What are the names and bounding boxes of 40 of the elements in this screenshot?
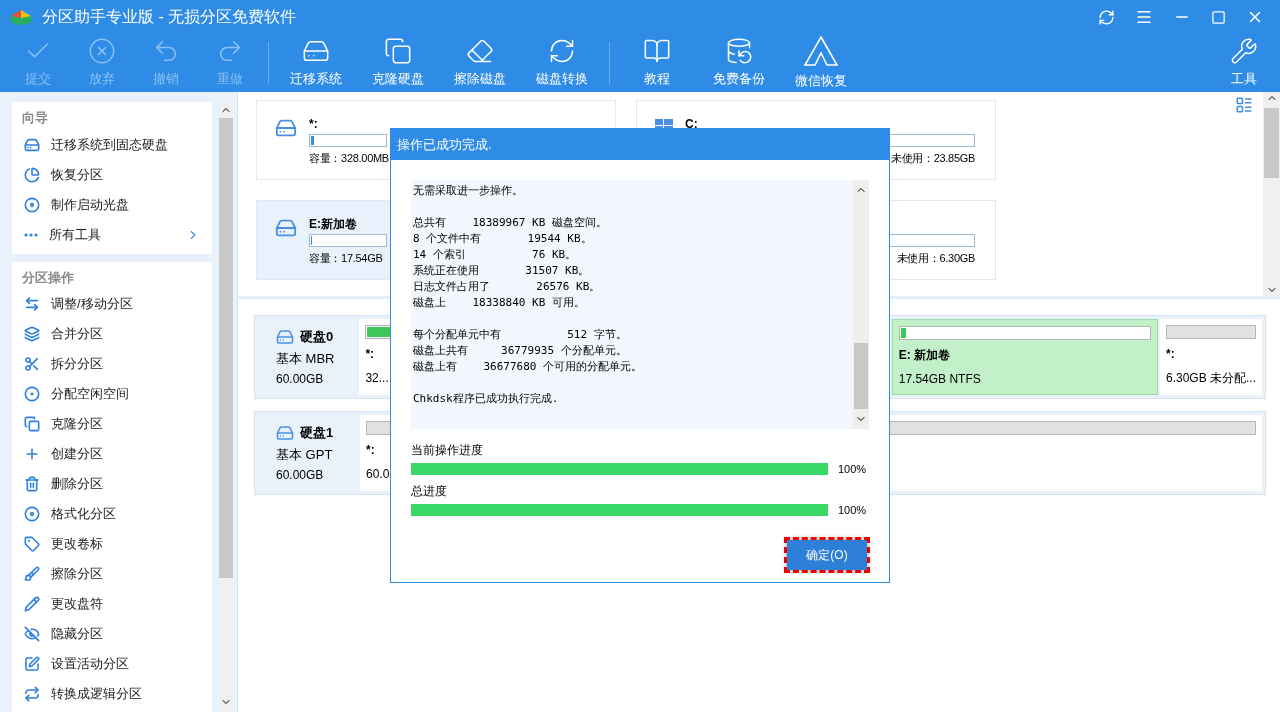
progress-reading: 100% bbox=[838, 462, 867, 477]
partition-info: 32... bbox=[365, 370, 389, 387]
log-line: 总共有 18389967 KB 磁盘空间。 bbox=[413, 215, 607, 231]
partition-name: *: bbox=[365, 346, 375, 363]
window-title: 分区助手专业版 - 无损分区免费软件 bbox=[42, 7, 297, 27]
partition-name: E:新加卷 bbox=[309, 216, 357, 231]
log-line: 无需采取进一步操作。 bbox=[413, 183, 523, 199]
log-line: 磁盘上有 36677680 个可用的分配单元。 bbox=[413, 359, 643, 375]
progress-label: 当前操作进度 bbox=[411, 442, 483, 459]
disk-type: 基本 MBR bbox=[276, 349, 336, 368]
disk-type: 基本 GPT bbox=[276, 445, 334, 464]
partition-info: 17.54GB NTFS bbox=[898, 371, 981, 388]
partition-name: *: bbox=[1165, 346, 1175, 363]
free-space-text: 未使用：6.30GB bbox=[896, 251, 975, 266]
dialog-title: 操作已成功完成. bbox=[397, 135, 492, 154]
partition-info: 6.30GB 未分配... bbox=[1165, 370, 1256, 387]
partition-name: C: bbox=[685, 116, 698, 131]
capacity-text: 容量：17.54GB bbox=[309, 251, 383, 266]
log-line: 14 个索引 76 KB。 bbox=[413, 247, 577, 263]
free-space-text: 未使用：23.85GB bbox=[890, 151, 975, 166]
log-line: 系统正在使用 31507 KB。 bbox=[413, 263, 590, 279]
section-title: 分区操作 bbox=[21, 268, 75, 287]
progress-label: 总进度 bbox=[411, 482, 447, 500]
capacity-text: 容量：328.00MB bbox=[309, 151, 389, 166]
disk-size: 60.00GB bbox=[276, 371, 325, 388]
partition-name: E: 新加卷 bbox=[898, 347, 951, 364]
log-line: 8 个文件中有 19544 KB。 bbox=[413, 231, 592, 247]
log-line: Chkdsk程序已成功执行完成. bbox=[413, 391, 559, 407]
partition-name: *: bbox=[366, 442, 375, 459]
section-title: 向导 bbox=[21, 109, 49, 127]
disk-name: 硬盘1 bbox=[300, 424, 334, 442]
disk-size: 60.00GB bbox=[276, 467, 325, 484]
log-line: 磁盘上共有 36779935 个分配单元。 bbox=[413, 343, 627, 359]
partition-info: 60.0 bbox=[366, 466, 390, 483]
log-line: 每个分配单元中有 512 字节。 bbox=[413, 327, 627, 343]
log-line: 磁盘上 18338840 KB 可用。 bbox=[413, 295, 585, 311]
progress-reading: 100% bbox=[838, 502, 867, 518]
log-line: 日志文件占用了 26576 KB。 bbox=[413, 279, 601, 295]
partition-name: *: bbox=[309, 116, 318, 131]
disk-name: 硬盘0 bbox=[300, 328, 334, 346]
